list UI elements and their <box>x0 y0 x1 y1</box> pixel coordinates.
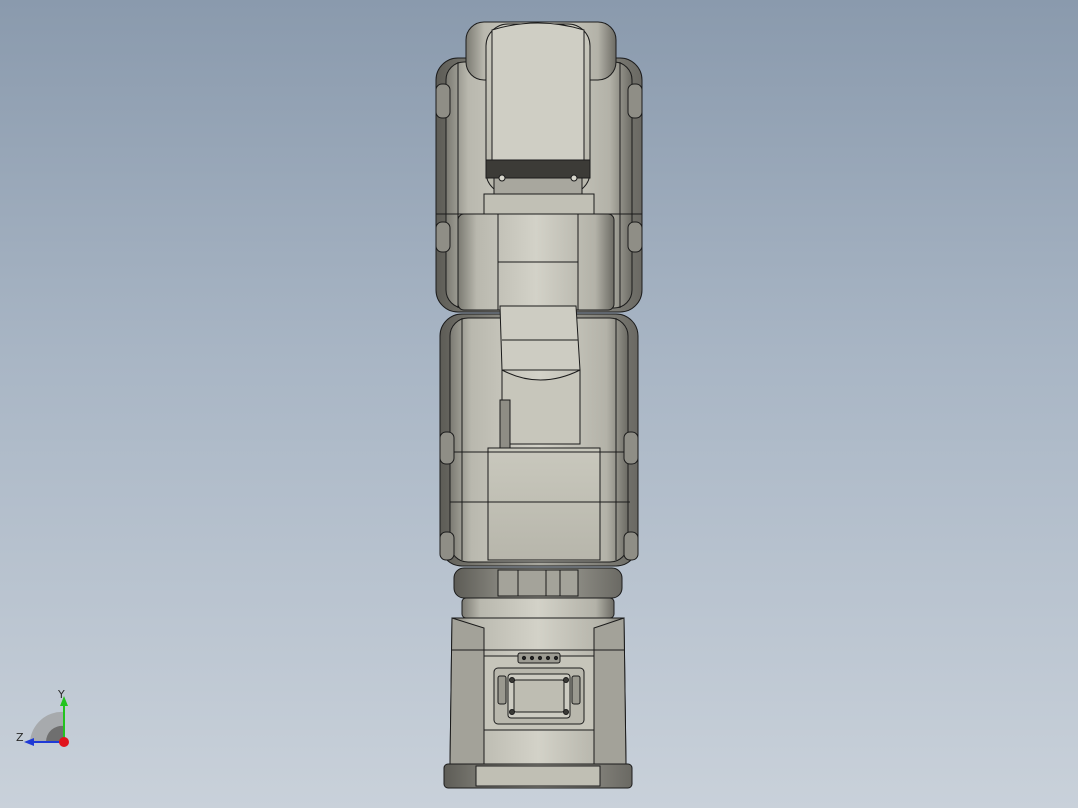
x-axis-dot-icon <box>59 737 69 747</box>
z-axis-arrow-icon <box>24 738 34 746</box>
triad-y-label: Y <box>58 688 65 701</box>
robot-arm-model[interactable] <box>0 0 1078 808</box>
upper-arm-link[interactable] <box>435 21 643 313</box>
lower-arm-link[interactable] <box>439 305 639 567</box>
orientation-triad <box>24 696 69 747</box>
rotary-joint-ring[interactable] <box>453 567 623 619</box>
graphics-viewport[interactable]: Y Z <box>0 0 1078 808</box>
triad-z-label: Z <box>16 731 24 744</box>
robot-base[interactable] <box>443 617 633 789</box>
